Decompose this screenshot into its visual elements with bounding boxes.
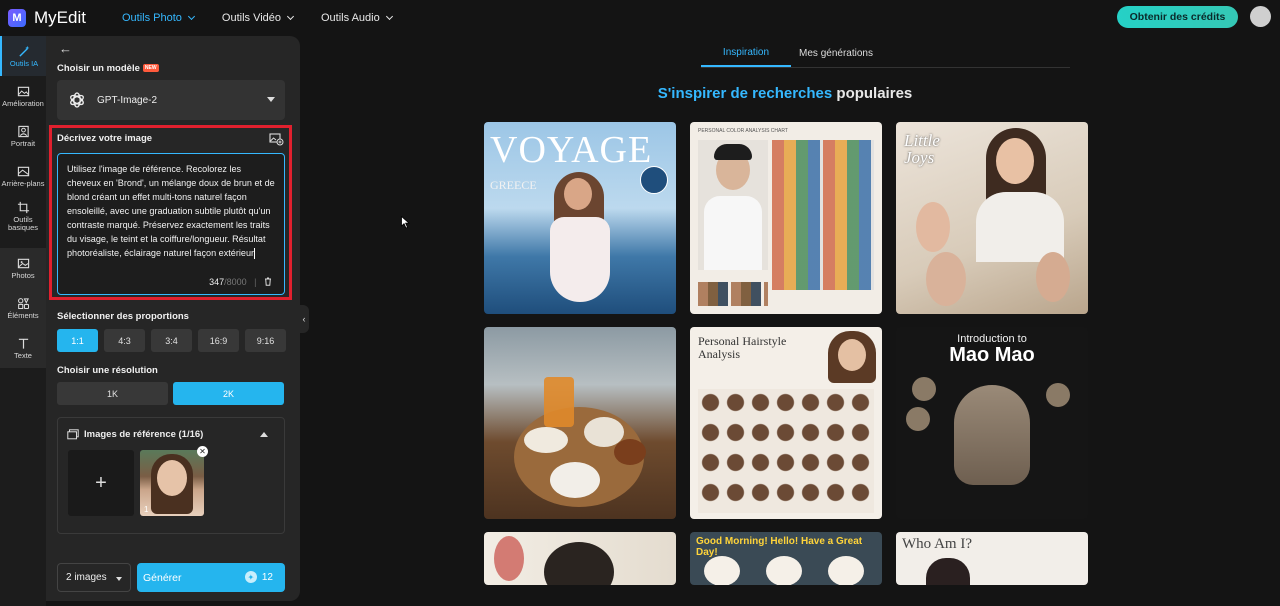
- tab-inspiration[interactable]: Inspiration: [701, 40, 791, 67]
- model-label: Choisir un modèle NEW: [57, 63, 159, 74]
- photos-icon: [17, 258, 29, 268]
- chevron-down-icon: [286, 12, 295, 21]
- inspiration-card[interactable]: Introduction to Mao Mao: [896, 327, 1088, 519]
- card-subtitle: Mao Mao: [949, 344, 1035, 366]
- model-value: GPT-Image-2: [97, 94, 158, 106]
- app-name: MyEdit: [34, 8, 86, 27]
- inspiration-card[interactable]: PERSONAL COLOR ANALYSIS CHART: [690, 122, 882, 314]
- sidebar-item-portrait[interactable]: Portrait: [0, 116, 46, 156]
- inspiration-grid: VOYAGE GREECE PERSONAL COLOR ANALYSIS CH…: [484, 122, 1088, 585]
- ratio-1-1-button[interactable]: 1:1: [57, 329, 98, 352]
- ratio-label: Sélectionner des proportions: [57, 311, 189, 322]
- card-title: VOYAGE: [490, 129, 653, 171]
- sidebar-item-enhance[interactable]: Amélioration: [0, 76, 46, 116]
- reference-images-title[interactable]: Images de référence (1/16): [67, 429, 203, 440]
- prompt-text: Utilisez l'image de référence. Recolorez…: [67, 164, 275, 258]
- resolution-2k-button[interactable]: 2K: [173, 382, 284, 405]
- inspiration-card[interactable]: [484, 327, 676, 519]
- card-title: Good Morning! Hello! Have a Great Day!: [696, 536, 863, 558]
- tool-sidebar: Outils IA Amélioration Portrait Arrière-…: [0, 36, 46, 606]
- image-count-select[interactable]: 2 images: [57, 563, 131, 592]
- page-heading: S'inspirer de recherches populaires: [657, 85, 913, 102]
- character-count: 347/8000 |: [209, 275, 272, 289]
- ratio-4-3-button[interactable]: 4:3: [104, 329, 145, 352]
- background-icon: [17, 166, 29, 176]
- get-credits-button[interactable]: Obtenir des crédits: [1117, 6, 1238, 28]
- resolution-options: 1K 2K: [57, 382, 284, 405]
- image-to-prompt-icon[interactable]: [269, 132, 284, 146]
- sidebar-assets-group: Photos Éléments Texte: [0, 248, 46, 368]
- collapse-caret-icon[interactable]: [260, 432, 268, 437]
- generate-button[interactable]: Générer ✦ 12: [137, 563, 285, 592]
- text-cursor: [254, 248, 256, 260]
- crop-icon: [17, 201, 29, 213]
- ratio-9-16-button[interactable]: 9:16: [245, 329, 286, 352]
- tab-my-generations[interactable]: Mes générations: [791, 40, 881, 67]
- inspiration-card[interactable]: [484, 532, 676, 585]
- card-title: Personal Hairstyle Analysis: [698, 334, 787, 361]
- inspiration-card[interactable]: Personal Hairstyle Analysis: [690, 327, 882, 519]
- resolution-1k-button[interactable]: 1K: [57, 382, 168, 405]
- main-content: Inspiration Mes générations S'inspirer d…: [300, 36, 1280, 606]
- sidebar-item-elements[interactable]: Éléments: [0, 288, 46, 328]
- settings-panel: ← Choisir un modèle NEW GPT-Image-2 Décri…: [46, 36, 300, 601]
- ratio-options: 1:1 4:3 3:4 16:9 9:16: [57, 329, 286, 352]
- card-subtitle: GREECE: [490, 178, 537, 192]
- new-badge: NEW: [142, 64, 159, 73]
- nav-video-tools[interactable]: Outils Vidéo: [222, 12, 295, 24]
- sidebar-item-photos[interactable]: Photos: [0, 248, 46, 288]
- openai-logo-icon: [70, 92, 84, 108]
- top-nav: Outils Photo Outils Vidéo Outils Audio: [122, 12, 393, 24]
- app-logo[interactable]: M MyEdit: [8, 8, 86, 28]
- chevron-down-icon: [187, 12, 195, 21]
- magic-wand-icon: [18, 45, 29, 57]
- reference-images-section: Images de référence (1/16) + 1 ✕: [57, 417, 285, 534]
- inspiration-card[interactable]: Good Morning! Hello! Have a Great Day!: [690, 532, 882, 585]
- card-title: PERSONAL COLOR ANALYSIS CHART: [698, 128, 788, 134]
- back-arrow-icon[interactable]: ←: [59, 41, 72, 56]
- portrait-icon: [17, 125, 29, 137]
- sidebar-item-basic-tools[interactable]: Outils basiques: [0, 196, 46, 236]
- content-tabs: Inspiration Mes générations: [701, 40, 881, 67]
- nav-audio-tools[interactable]: Outils Audio: [321, 12, 393, 24]
- reference-image-thumbnail[interactable]: 1: [140, 450, 204, 516]
- user-avatar[interactable]: [1250, 6, 1271, 27]
- myedit-logo-icon: M: [8, 9, 26, 27]
- ratio-16-9-button[interactable]: 16:9: [198, 329, 239, 352]
- card-title: Little Joys: [904, 131, 940, 167]
- prompt-label: Décrivez votre image: [57, 133, 153, 144]
- elements-icon: [17, 297, 29, 309]
- images-icon: [67, 429, 79, 440]
- top-bar: M MyEdit Outils Photo Outils Vidéo Outil…: [0, 0, 1280, 36]
- chevron-down-icon: [385, 12, 393, 21]
- text-icon: [18, 338, 28, 349]
- resolution-label: Choisir une résolution: [57, 365, 158, 376]
- prompt-textarea[interactable]: Utilisez l'image de référence. Recolorez…: [57, 153, 285, 295]
- inspiration-card[interactable]: Little Joys: [896, 122, 1088, 314]
- image-enhance-icon: [17, 86, 29, 96]
- nav-photo-tools[interactable]: Outils Photo: [122, 12, 195, 24]
- caret-down-icon: [116, 577, 122, 581]
- reference-image-index: 1: [144, 505, 149, 514]
- sidebar-item-backgrounds[interactable]: Arrière-plans: [0, 156, 46, 196]
- credit-icon: ✦: [244, 571, 257, 583]
- mouse-pointer-icon: [401, 216, 410, 229]
- generate-cost: 12: [261, 571, 273, 583]
- add-reference-button[interactable]: +: [68, 450, 134, 516]
- card-title: Who Am I?: [902, 536, 972, 552]
- trash-icon[interactable]: [264, 277, 272, 286]
- inspiration-card[interactable]: Who Am I?: [896, 532, 1088, 585]
- sidebar-item-ai-tools[interactable]: Outils IA: [0, 36, 46, 76]
- sidebar-item-text[interactable]: Texte: [0, 328, 46, 368]
- model-select[interactable]: GPT-Image-2: [57, 80, 285, 120]
- ratio-3-4-button[interactable]: 3:4: [151, 329, 192, 352]
- caret-down-icon: [267, 97, 275, 102]
- inspiration-card[interactable]: VOYAGE GREECE: [484, 122, 676, 314]
- remove-reference-close-icon[interactable]: ✕: [197, 446, 208, 457]
